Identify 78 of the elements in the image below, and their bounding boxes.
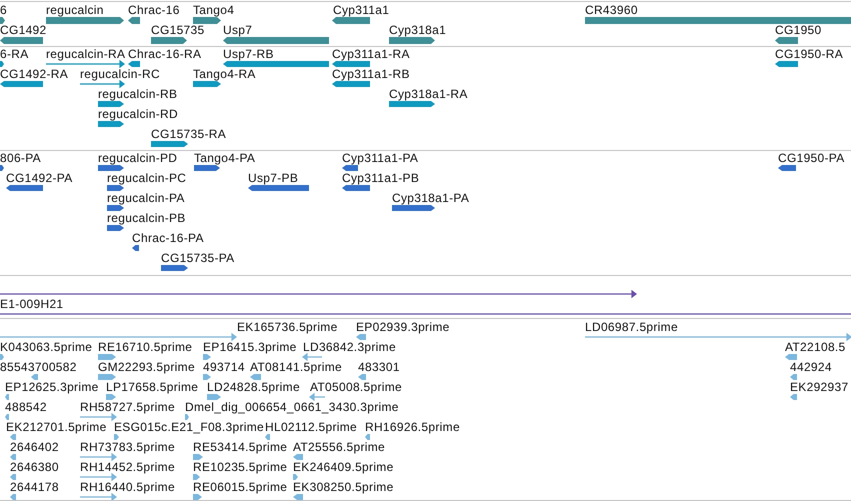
feature-label: EK246409.5prime xyxy=(293,460,394,474)
feature-label: Cyp311a1-PB xyxy=(342,171,420,185)
feature-label: LP17658.5prime xyxy=(106,380,198,394)
feature-label: Cyp311a1-RA xyxy=(332,47,410,61)
feature-label: EP12625.3prime xyxy=(5,380,99,394)
feature-label: regucalcin xyxy=(46,3,104,17)
feature-label: CR43960 xyxy=(585,3,638,17)
feature-label: CG1950-RA xyxy=(775,47,844,61)
feature-label: RH16926.5prime xyxy=(365,420,460,434)
feature-label: ESG015c.E21_F08.3prime xyxy=(114,420,264,434)
feature-label: 806-PA xyxy=(0,151,41,165)
feature-label: EP02939.3prime xyxy=(356,320,450,334)
feature-label: CG1950-PA xyxy=(778,151,845,165)
feature-label: Tango4-PA xyxy=(194,151,256,165)
feature-label: GM22293.5prime xyxy=(98,360,195,374)
feature-label: Tango4 xyxy=(193,3,234,17)
feature-label: CG1492-RA xyxy=(0,67,68,81)
feature-label: 483301 xyxy=(358,360,400,374)
feature-label: 488542 xyxy=(5,400,47,414)
feature-label: 493714 xyxy=(203,360,245,374)
feature-label: Cyp311a1 xyxy=(333,3,390,17)
feature-label: RE16710.5prime xyxy=(98,340,192,354)
feature-label: Chrac-16 xyxy=(128,3,180,17)
feature-label: regucalcin-PC xyxy=(107,171,186,185)
feature-label: regucalcin-PB xyxy=(107,211,186,225)
feature-label: Usp7-RB xyxy=(223,47,274,61)
feature-label: EP16415.3prime xyxy=(203,340,297,354)
feature-label: regucalcin-RA xyxy=(46,47,126,61)
feature-label: RH14452.5prime xyxy=(80,460,175,474)
feature-label: 2646380 xyxy=(10,460,59,474)
feature-label: 6-RA xyxy=(0,47,29,61)
feature-label: regucalcin-RB xyxy=(98,87,178,101)
feature-label: RH58727.5prime xyxy=(80,400,175,414)
feature-label: Tango4-RA xyxy=(193,67,256,81)
feature-label: LD06987.5prime xyxy=(585,320,678,334)
feature-label: CG1950 xyxy=(775,23,822,37)
feature-label: LD24828.5prime xyxy=(207,380,300,394)
feature-label: EK165736.5prime xyxy=(237,320,338,334)
feature-label: regucalcin-RD xyxy=(98,107,178,121)
feature-label: 85543700582 xyxy=(0,360,77,374)
feature-label: EK308250.5prime xyxy=(293,480,394,494)
feature-label: Chrac-16-PA xyxy=(132,231,204,245)
feature-label: AT22108.5 xyxy=(785,340,846,354)
feature-label: AT08141.5prime xyxy=(250,360,342,374)
feature-label: Dmel_dig_006654_0661_3430.3prime xyxy=(185,400,399,414)
feature-label: regucalcin-PA xyxy=(107,191,185,205)
feature-label: regucalcin-RC xyxy=(80,67,160,81)
feature-label: 6 xyxy=(0,3,7,17)
feature-label: RE53414.5prime xyxy=(193,440,288,454)
feature-label: E1-009H21 xyxy=(0,297,64,311)
feature-label: Chrac-16-RA xyxy=(128,47,202,61)
feature-label: CG15735-PA xyxy=(161,251,234,265)
feature-label: RH16440.5prime xyxy=(80,480,175,494)
feature-label: CG1492 xyxy=(0,23,46,37)
feature-label: Cyp318a1-PA xyxy=(392,191,470,205)
feature-label: CG15735-RA xyxy=(151,127,226,141)
feature-label: 2646402 xyxy=(10,440,59,454)
feature-label: Cyp318a1 xyxy=(389,23,446,37)
feature-label: AT25556.5prime xyxy=(293,440,386,454)
feature-label: EK292937 xyxy=(790,380,848,394)
feature-label: LD36842.3prime xyxy=(303,340,396,354)
feature-label: CG15735 xyxy=(151,23,204,37)
feature-label: Cyp311a1-RB xyxy=(332,67,410,81)
feature-label: regucalcin-PD xyxy=(98,151,178,165)
feature-label: Cyp318a1-RA xyxy=(389,87,468,101)
feature-label: Usp7 xyxy=(223,23,252,37)
feature-label: Usp7-PB xyxy=(248,171,298,185)
feature-label: 2644178 xyxy=(10,480,59,494)
feature-label: RH73783.5prime xyxy=(80,440,175,454)
feature-label: K043063.5prime xyxy=(0,340,92,354)
feature-label: AT05008.5prime xyxy=(310,380,402,394)
feature-label: HL02112.5prime xyxy=(265,420,358,434)
feature-label: RE10235.5prime xyxy=(193,460,288,474)
feature-label: 442924 xyxy=(790,360,832,374)
feature-label: CG1492-PA xyxy=(6,171,73,185)
feature-label: Cyp311a1-PA xyxy=(342,151,418,165)
feature-label: RE06015.5prime xyxy=(193,480,288,494)
feature-label: EK212701.5prime xyxy=(6,420,107,434)
